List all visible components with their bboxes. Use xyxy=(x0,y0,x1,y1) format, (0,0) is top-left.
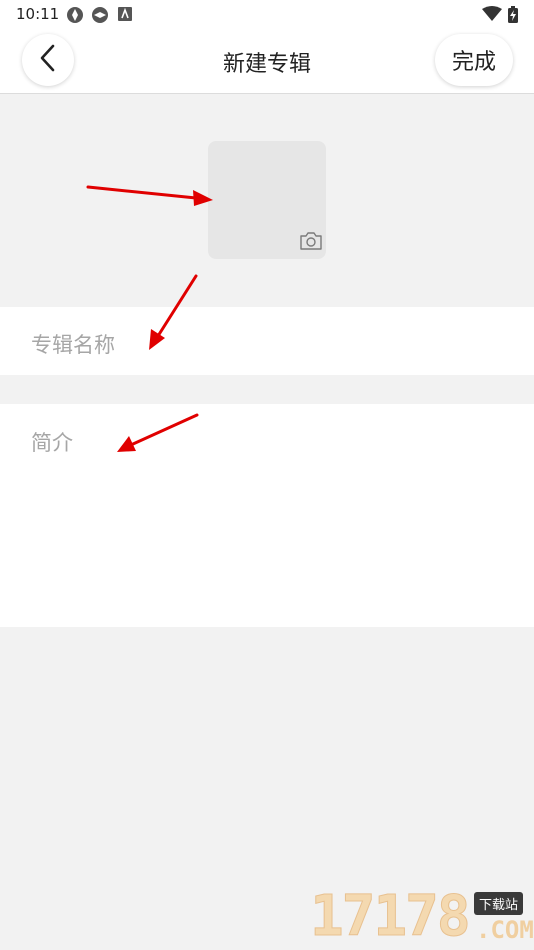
watermark-domain: .COM xyxy=(476,916,534,944)
status-time: 10:11 xyxy=(16,5,60,23)
sync-icon xyxy=(66,6,84,28)
done-button[interactable]: 完成 xyxy=(435,34,513,86)
album-name-field[interactable]: 专辑名称 xyxy=(0,307,534,375)
status-bar: 10:11 xyxy=(0,0,534,30)
album-intro-placeholder: 简介 xyxy=(31,431,73,455)
android-notification-icon xyxy=(118,6,132,26)
album-name-placeholder: 专辑名称 xyxy=(31,333,115,357)
watermark-logo-digits: 17178 xyxy=(310,884,472,949)
site-watermark: 17178 下载站 .COM xyxy=(306,884,534,950)
annotation-arrow xyxy=(86,185,213,206)
header-bar: 新建专辑 完成 xyxy=(0,30,534,94)
album-intro-field[interactable]: 简介 xyxy=(0,404,534,627)
cover-image-picker[interactable] xyxy=(208,141,326,259)
camera-icon xyxy=(299,232,323,254)
sync-icon xyxy=(91,6,109,28)
battery-charging-icon xyxy=(508,6,518,27)
watermark-badge: 下载站 xyxy=(474,892,524,915)
wifi-icon xyxy=(482,6,502,26)
